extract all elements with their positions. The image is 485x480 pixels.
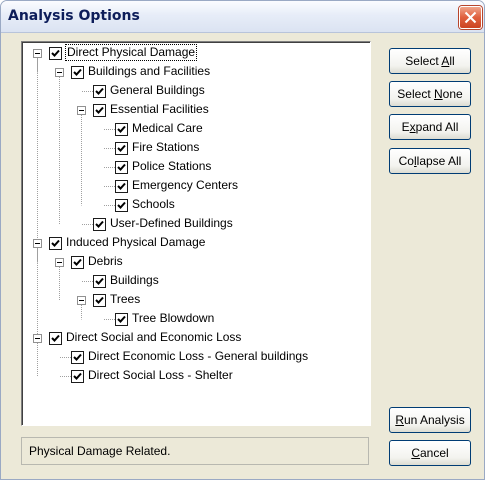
minus-expander-icon[interactable] bbox=[77, 296, 86, 305]
minus-expander-icon[interactable] bbox=[33, 49, 42, 58]
checkmark-icon bbox=[73, 258, 82, 266]
checkmark-icon bbox=[51, 49, 60, 57]
checkmark-icon bbox=[95, 87, 104, 95]
tree-node-checkbox[interactable] bbox=[115, 123, 128, 136]
tree-node-label: Debris bbox=[88, 254, 123, 268]
minus-expander-icon[interactable] bbox=[55, 258, 64, 267]
tree-node-checkbox[interactable] bbox=[49, 237, 62, 250]
cancel-button[interactable]: Cancel bbox=[389, 440, 471, 466]
checkmark-icon bbox=[117, 315, 126, 323]
run-analysis-button[interactable]: Run Analysis bbox=[389, 407, 471, 433]
tree-node-checkbox[interactable] bbox=[71, 351, 84, 364]
checkmark-icon bbox=[73, 353, 82, 361]
window-title: Analysis Options bbox=[8, 8, 140, 24]
tree-node-checkbox[interactable] bbox=[115, 161, 128, 174]
run-analysis-label-post: un Analysis bbox=[403, 413, 465, 427]
tree-node-checkbox[interactable] bbox=[93, 294, 106, 307]
checkmark-icon bbox=[95, 296, 104, 304]
tree-node-label: Buildings and Facilities bbox=[88, 64, 211, 78]
collapse-all-button[interactable]: Collapse All bbox=[389, 148, 471, 174]
cancel-label-post: ancel bbox=[419, 446, 449, 460]
collapse-all-label-post: lapse All bbox=[416, 154, 462, 168]
minus-expander-icon[interactable] bbox=[33, 239, 42, 248]
run-analysis-label-key: R bbox=[395, 413, 404, 427]
collapse-all-label-pre: Co bbox=[398, 154, 414, 168]
cancel-label-key: C bbox=[411, 446, 420, 460]
select-all-label-pre: Select bbox=[405, 54, 442, 68]
tree-node-label: Trees bbox=[110, 292, 141, 306]
checkmark-icon bbox=[117, 125, 126, 133]
tree-node-checkbox[interactable] bbox=[115, 199, 128, 212]
analysis-options-dialog: Analysis Options Direct Physical Damage B… bbox=[0, 0, 485, 480]
checkmark-icon bbox=[51, 334, 60, 342]
tree-node-checkbox[interactable] bbox=[49, 332, 62, 345]
checkmark-icon bbox=[117, 182, 126, 190]
tree-node-label: Tree Blowdown bbox=[132, 311, 215, 325]
select-none-label-pre: Select bbox=[397, 87, 434, 101]
tree-node-checkbox[interactable] bbox=[49, 47, 62, 60]
status-bar: Physical Damage Related. bbox=[21, 437, 369, 465]
tree-node-checkbox[interactable] bbox=[93, 104, 106, 117]
tree-node-checkbox[interactable] bbox=[71, 256, 84, 269]
title-bar: Analysis Options bbox=[1, 1, 484, 33]
minus-expander-icon[interactable] bbox=[77, 106, 86, 115]
expand-all-label-post: pand All bbox=[415, 120, 459, 134]
tree-node-label: Police Stations bbox=[132, 159, 212, 173]
checkmark-icon bbox=[95, 106, 104, 114]
close-icon bbox=[464, 11, 477, 24]
expand-all-label-pre: E bbox=[401, 120, 410, 134]
checkmark-icon bbox=[117, 163, 126, 171]
tree-node-label: Schools bbox=[132, 197, 175, 211]
checkmark-icon bbox=[117, 201, 126, 209]
tree-node-label: Essential Facilities bbox=[110, 102, 209, 116]
tree-node-label: Direct Social and Economic Loss bbox=[66, 330, 242, 344]
tree-node-label: Direct Economic Loss - General buildings bbox=[88, 349, 309, 363]
checkmark-icon bbox=[95, 220, 104, 228]
tree-node-checkbox[interactable] bbox=[115, 142, 128, 155]
select-none-label-post: one bbox=[442, 87, 463, 101]
select-all-button[interactable]: Select All bbox=[389, 48, 471, 74]
checkmark-icon bbox=[73, 372, 82, 380]
tree-node-checkbox[interactable] bbox=[71, 370, 84, 383]
tree-node-label: General Buildings bbox=[110, 83, 205, 97]
tree-node-label: Induced Physical Damage bbox=[66, 235, 206, 249]
checkmark-icon bbox=[73, 68, 82, 76]
analysis-options-tree: Direct Physical Damage Buildings and Faci… bbox=[21, 41, 371, 426]
tree-node-label: Fire Stations bbox=[132, 140, 200, 154]
tree-node-label: Direct Physical Damage bbox=[64, 44, 198, 61]
tree-node-label: Direct Social Loss - Shelter bbox=[88, 368, 233, 382]
tree-node-checkbox[interactable] bbox=[93, 85, 106, 98]
tree-node-label: Emergency Centers bbox=[132, 178, 239, 192]
minus-expander-icon[interactable] bbox=[55, 68, 64, 77]
tree-node-checkbox[interactable] bbox=[115, 313, 128, 326]
tree-node-checkbox[interactable] bbox=[115, 180, 128, 193]
select-none-button[interactable]: Select None bbox=[389, 81, 471, 107]
select-none-label-key: N bbox=[433, 87, 443, 101]
tree-node-checkbox[interactable] bbox=[93, 218, 106, 231]
tree-node-checkbox[interactable] bbox=[71, 66, 84, 79]
checkmark-icon bbox=[95, 277, 104, 285]
minus-expander-icon[interactable] bbox=[33, 334, 42, 343]
expand-all-button[interactable]: Expand All bbox=[389, 114, 471, 140]
checkmark-icon bbox=[51, 239, 60, 247]
tree-node-label: Medical Care bbox=[132, 121, 203, 135]
status-text: Physical Damage Related. bbox=[29, 444, 171, 458]
checkmark-icon bbox=[117, 144, 126, 152]
tree-node-label: User-Defined Buildings bbox=[110, 216, 233, 230]
tree-node-checkbox[interactable] bbox=[93, 275, 106, 288]
close-button[interactable] bbox=[459, 6, 482, 29]
select-all-label-post: ll bbox=[449, 54, 455, 68]
tree-node-label: Buildings bbox=[110, 273, 159, 287]
